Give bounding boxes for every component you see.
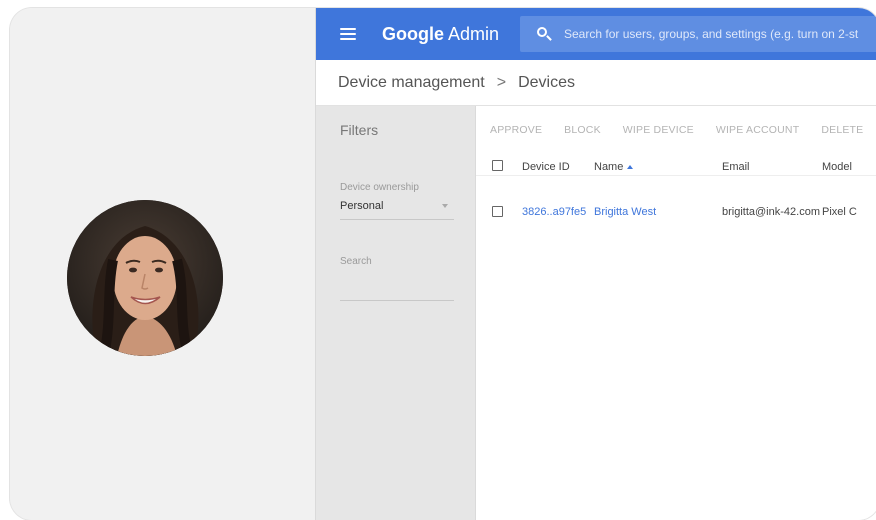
col-device-id[interactable]: Device ID — [522, 161, 570, 173]
ownership-value: Personal — [340, 200, 384, 212]
col-email[interactable]: Email — [722, 161, 750, 173]
app-title-rest: Admin — [444, 23, 500, 44]
email-cell: brigitta@ink-42.com — [722, 206, 820, 218]
breadcrumb-current: Devices — [518, 73, 575, 91]
block-button[interactable]: BLOCK — [564, 124, 601, 136]
select-all-checkbox[interactable] — [492, 160, 503, 171]
sort-ascending-icon — [627, 165, 634, 169]
app-title-bold: Google — [382, 23, 444, 44]
ownership-select[interactable]: Personal — [340, 200, 454, 220]
filters-panel: Filters Device ownership Personal Search — [316, 106, 476, 520]
col-name[interactable]: Name — [594, 161, 634, 173]
action-toolbar: APPROVE BLOCK WIPE DEVICE WIPE ACCOUNT D… — [490, 124, 863, 136]
devices-main: APPROVE BLOCK WIPE DEVICE WIPE ACCOUNT D… — [476, 106, 876, 520]
profile-panel — [10, 8, 315, 520]
ownership-label: Device ownership — [340, 182, 419, 193]
col-name-label: Name — [594, 161, 624, 173]
demo-card: Google Admin Search for users, groups, a… — [10, 8, 876, 520]
user-name-link[interactable]: Brigitta West — [594, 206, 656, 218]
search-icon — [536, 26, 552, 42]
search-input[interactable]: Search for users, groups, and settings (… — [564, 27, 858, 41]
search-filter-input[interactable] — [340, 300, 454, 301]
search-filter-label: Search — [340, 256, 372, 267]
col-model[interactable]: Model — [822, 161, 852, 173]
breadcrumb-parent[interactable]: Device management — [338, 74, 485, 92]
chevron-right-icon: > — [496, 73, 507, 91]
table-row[interactable]: 3826..a97fe5 Brigitta West brigitta@ink-… — [476, 198, 876, 222]
search-bar[interactable]: Search for users, groups, and settings (… — [520, 16, 876, 52]
user-photo — [67, 200, 223, 356]
delete-button[interactable]: DELETE — [821, 124, 863, 136]
google-admin-window: Google Admin Search for users, groups, a… — [315, 8, 876, 520]
table-header: Device ID Name Email Model — [476, 146, 876, 176]
model-cell: Pixel C — [822, 206, 857, 218]
user-avatar — [67, 200, 223, 356]
top-app-bar: Google Admin Search for users, groups, a… — [316, 8, 876, 60]
row-checkbox[interactable] — [492, 206, 503, 217]
filters-title: Filters — [340, 122, 379, 138]
wipe-account-button[interactable]: WIPE ACCOUNT — [716, 124, 800, 136]
hamburger-menu-icon[interactable] — [340, 28, 356, 40]
chevron-down-icon — [442, 204, 448, 208]
wipe-device-button[interactable]: WIPE DEVICE — [623, 124, 694, 136]
breadcrumb: Device management > Devices — [316, 60, 876, 106]
app-title[interactable]: Google Admin — [382, 24, 499, 45]
device-id-link[interactable]: 3826..a97fe5 — [522, 206, 586, 218]
approve-button[interactable]: APPROVE — [490, 124, 542, 136]
